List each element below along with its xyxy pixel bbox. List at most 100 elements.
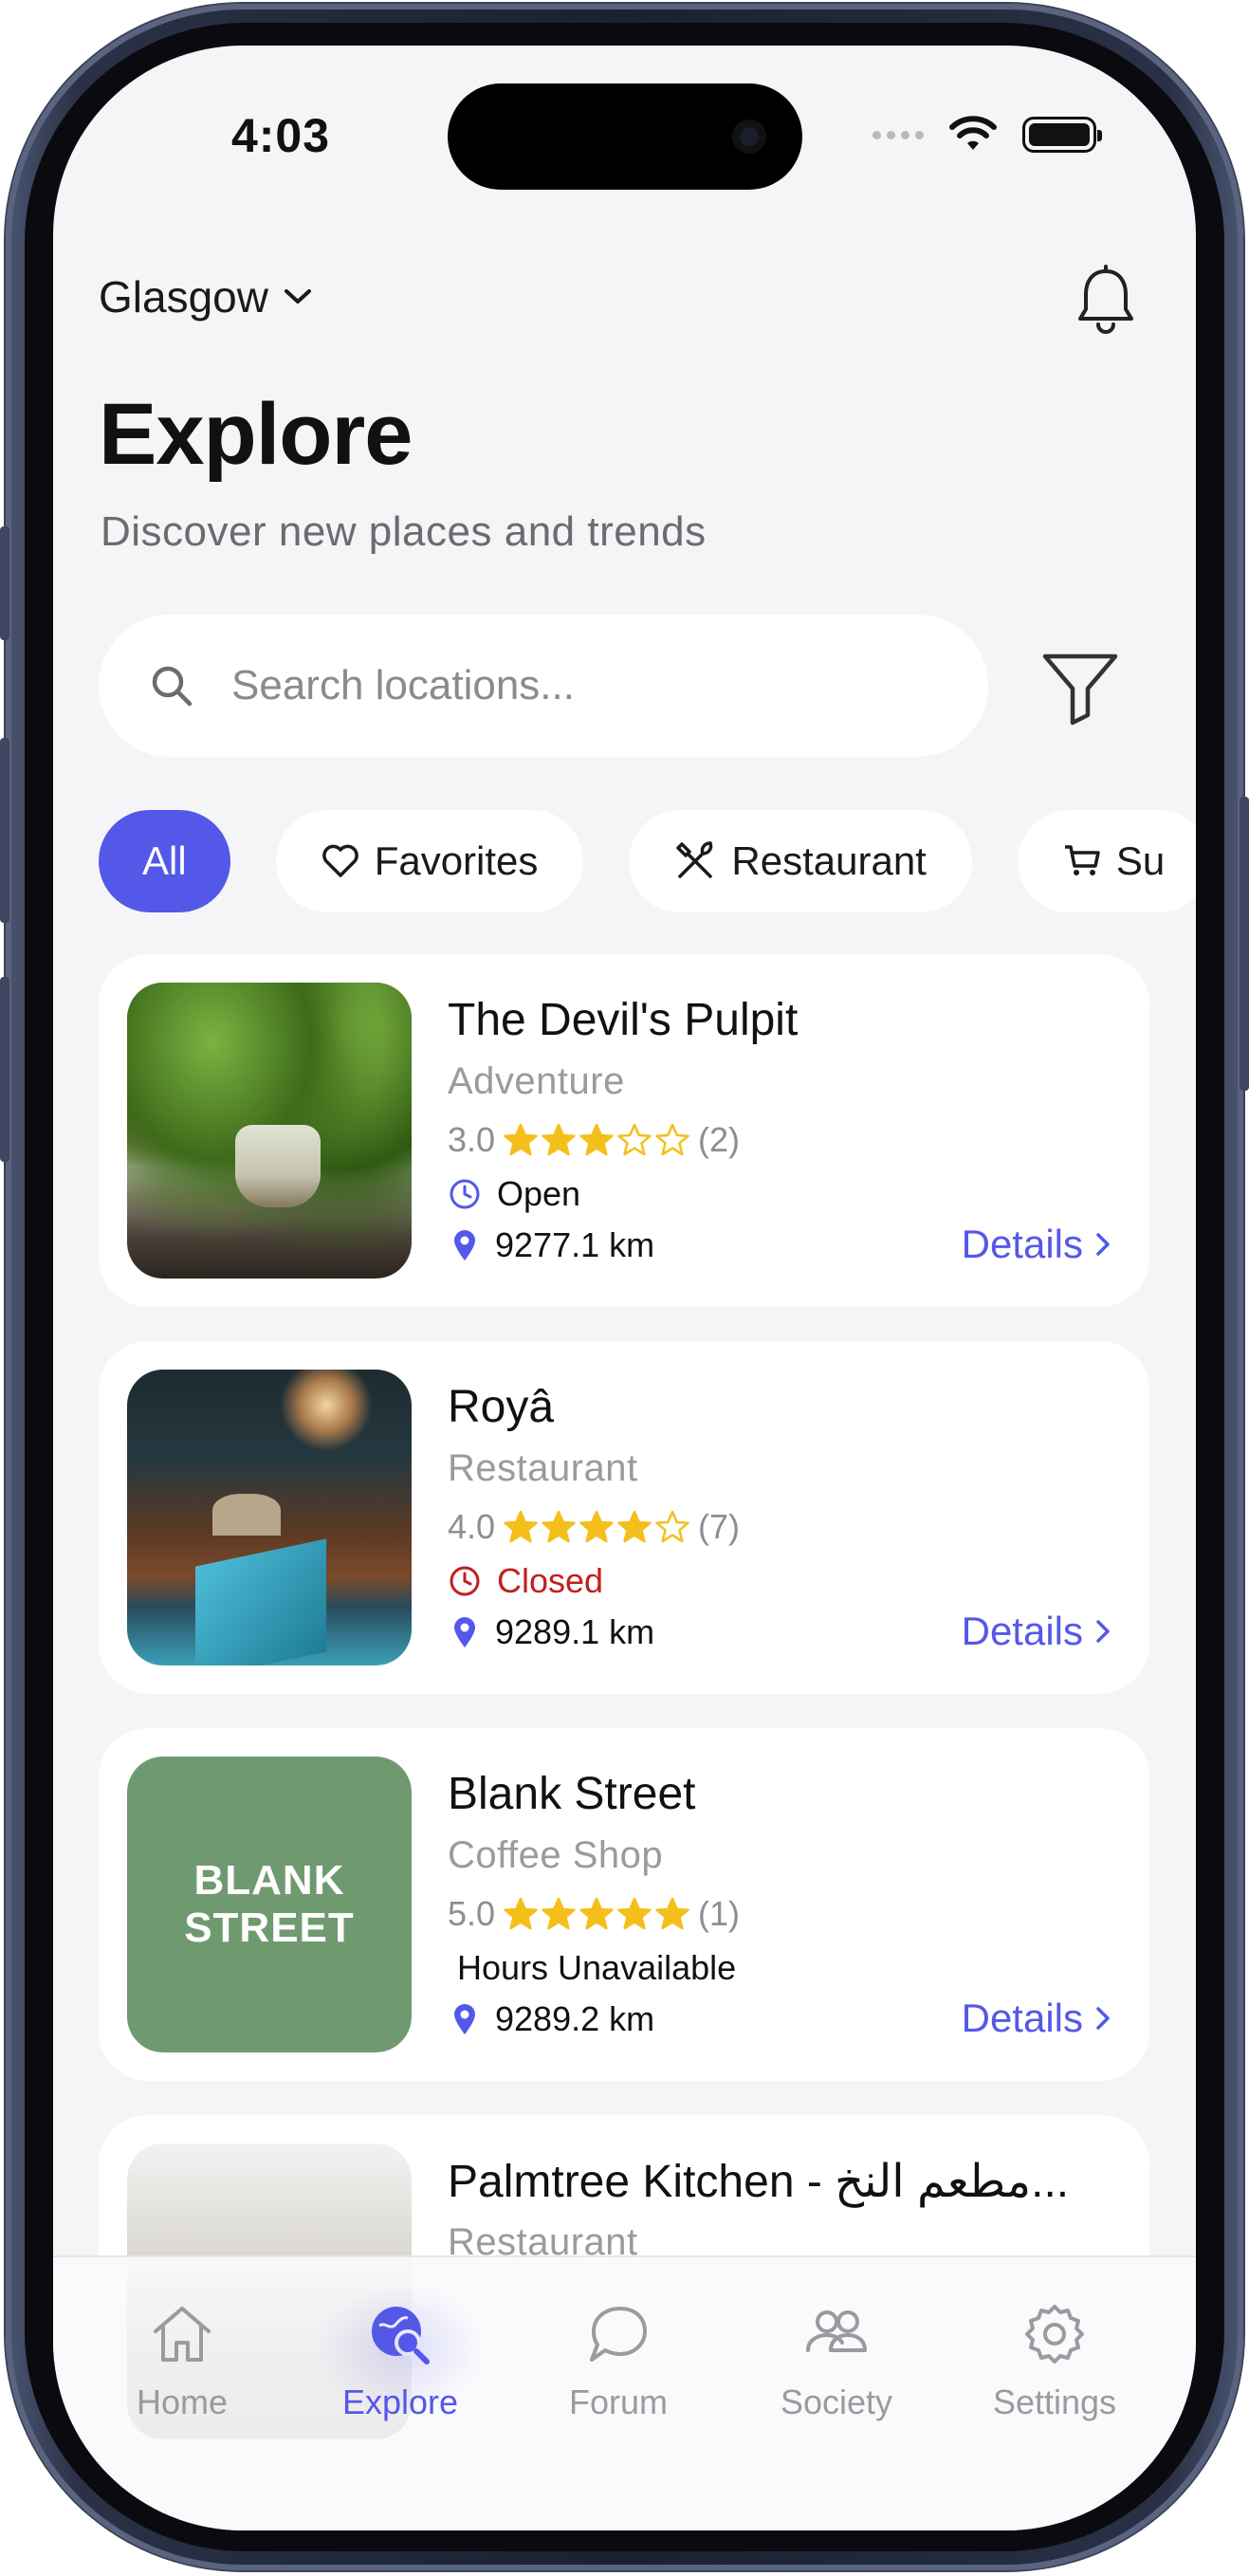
clock-icon bbox=[450, 1179, 480, 1209]
page-title: Explore bbox=[99, 386, 413, 483]
power-button bbox=[1240, 797, 1249, 1091]
place-photo: BLANK STREET bbox=[127, 1757, 412, 2052]
place-distance: 9289.2 km bbox=[451, 1999, 654, 2039]
chevron-down-icon bbox=[284, 289, 311, 304]
tab-label: Home bbox=[136, 2383, 229, 2421]
place-rating: 4.0 (7) bbox=[448, 1507, 740, 1547]
place-rating: 5.0 (1) bbox=[448, 1894, 740, 1934]
chevron-right-icon bbox=[1096, 2007, 1110, 2030]
place-card[interactable]: Royâ Restaurant 4.0 (7) Closed 9289.1 km… bbox=[99, 1341, 1149, 1694]
tab-forum[interactable]: Forum bbox=[523, 2301, 713, 2422]
star-empty-icon bbox=[655, 1510, 689, 1543]
place-rating: 3.0 (2) bbox=[448, 1120, 740, 1160]
place-distance: 9277.1 km bbox=[451, 1225, 654, 1265]
details-link[interactable]: Details bbox=[962, 1222, 1111, 1267]
chip-label: Restaurant bbox=[731, 838, 927, 883]
utensils-icon bbox=[676, 841, 713, 878]
place-logo-text: BLANK STREET bbox=[127, 1757, 412, 2052]
location-pin-icon bbox=[454, 1617, 475, 1647]
star-filled-icon bbox=[504, 1123, 538, 1156]
details-label: Details bbox=[961, 1222, 1083, 1266]
chevron-right-icon bbox=[1096, 1620, 1110, 1643]
review-count: (2) bbox=[698, 1120, 741, 1159]
city-label: Glasgow bbox=[99, 272, 268, 322]
details-link[interactable]: Details bbox=[962, 1609, 1111, 1654]
volume-down-button bbox=[0, 977, 9, 1162]
place-category: Restaurant bbox=[448, 1447, 638, 1489]
hours-text: Hours Unavailable bbox=[457, 1948, 737, 1987]
distance-text: 9277.1 km bbox=[495, 1225, 655, 1264]
star-filled-icon bbox=[579, 1897, 614, 1930]
details-label: Details bbox=[961, 1609, 1083, 1653]
chip-favorites[interactable]: Favorites bbox=[275, 810, 584, 912]
star-filled-icon bbox=[617, 1897, 652, 1930]
star-filled-icon bbox=[542, 1123, 576, 1156]
details-label: Details bbox=[961, 1996, 1083, 2040]
details-link[interactable]: Details bbox=[962, 1996, 1111, 2041]
status-indicators bbox=[872, 116, 1102, 154]
clock-icon bbox=[450, 1566, 480, 1596]
opening-status: Hours Unavailable bbox=[457, 1948, 736, 1988]
chip-restaurant[interactable]: Restaurant bbox=[629, 810, 972, 912]
action-button bbox=[0, 526, 9, 640]
place-card[interactable]: BLANK STREET Blank Street Coffee Shop 5.… bbox=[99, 1728, 1149, 2081]
place-photo bbox=[127, 1370, 412, 1665]
tab-settings[interactable]: Settings bbox=[960, 2301, 1149, 2422]
volume-up-button bbox=[0, 738, 9, 923]
camera-icon bbox=[732, 120, 766, 154]
star-rating bbox=[503, 1123, 690, 1157]
chip-label: All bbox=[142, 838, 187, 883]
search-bar[interactable] bbox=[99, 615, 988, 757]
opening-status: Open bbox=[448, 1174, 580, 1214]
cellular-signal-icon bbox=[872, 130, 924, 139]
hours-text: Closed bbox=[497, 1561, 604, 1600]
distance-text: 9289.1 km bbox=[495, 1612, 655, 1651]
star-empty-icon bbox=[655, 1123, 689, 1156]
bell-icon[interactable] bbox=[1073, 264, 1139, 340]
rating-value: 4.0 bbox=[448, 1507, 496, 1546]
page-subtitle: Discover new places and trends bbox=[101, 508, 707, 555]
search-input[interactable] bbox=[231, 662, 895, 709]
city-selector[interactable]: Glasgow bbox=[99, 271, 314, 322]
chip-label: Su bbox=[1115, 838, 1166, 883]
place-name: The Devil's Pulpit bbox=[448, 995, 799, 1045]
heart-icon bbox=[321, 844, 358, 877]
star-filled-icon bbox=[655, 1897, 689, 1930]
star-filled-icon bbox=[579, 1123, 614, 1156]
star-rating bbox=[503, 1897, 690, 1931]
star-empty-icon bbox=[617, 1123, 652, 1156]
star-filled-icon bbox=[542, 1897, 576, 1930]
filter-icon[interactable] bbox=[1039, 649, 1121, 727]
chevron-right-icon bbox=[1096, 1233, 1110, 1256]
dynamic-island bbox=[448, 83, 802, 190]
distance-text: 9289.2 km bbox=[495, 1999, 655, 2038]
rating-value: 3.0 bbox=[448, 1120, 496, 1159]
search-icon bbox=[152, 666, 193, 707]
place-category: Coffee Shop bbox=[448, 1834, 664, 1876]
cart-icon bbox=[1064, 845, 1100, 875]
star-filled-icon bbox=[542, 1510, 576, 1543]
place-name: Blank Street bbox=[448, 1769, 696, 1819]
chip-all[interactable]: All bbox=[99, 810, 230, 912]
chat-bubble-icon bbox=[590, 2307, 647, 2362]
place-name: Palmtree Kitchen - مطعم النخ... bbox=[448, 2157, 1070, 2207]
opening-status: Closed bbox=[448, 1561, 603, 1601]
star-filled-icon bbox=[617, 1510, 652, 1543]
wifi-icon bbox=[949, 116, 997, 150]
chip-supermarket[interactable]: Su bbox=[1017, 810, 1196, 912]
place-card[interactable]: The Devil's Pulpit Adventure 3.0 (2) Ope… bbox=[99, 954, 1149, 1307]
rating-value: 5.0 bbox=[448, 1894, 496, 1933]
star-filled-icon bbox=[504, 1510, 538, 1543]
star-filled-icon bbox=[504, 1897, 538, 1930]
review-count: (1) bbox=[698, 1894, 741, 1933]
location-pin-icon bbox=[454, 2004, 475, 2034]
tab-society[interactable]: Society bbox=[742, 2301, 931, 2422]
chip-label: Favorites bbox=[374, 838, 539, 883]
review-count: (7) bbox=[698, 1507, 741, 1546]
tab-explore[interactable]: Explore bbox=[305, 2282, 495, 2422]
tab-label: Society bbox=[780, 2383, 893, 2421]
hours-text: Open bbox=[497, 1174, 581, 1213]
place-distance: 9289.1 km bbox=[451, 1612, 654, 1652]
tab-home[interactable]: Home bbox=[87, 2301, 277, 2422]
status-time: 4:03 bbox=[230, 109, 331, 162]
